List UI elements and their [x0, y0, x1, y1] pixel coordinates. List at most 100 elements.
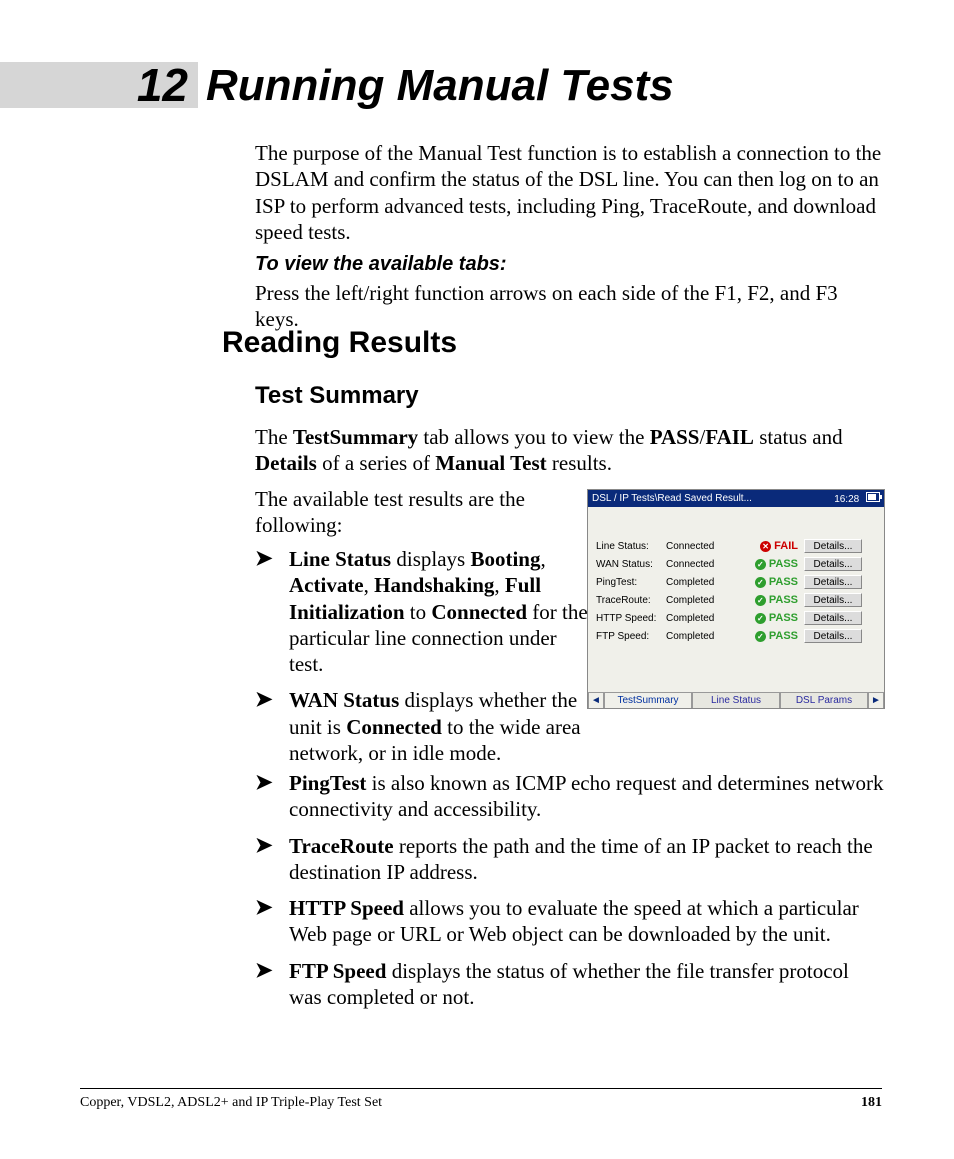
result-row: TraceRoute:Completed✓PASSDetails...: [596, 591, 876, 609]
chapter-number: 12: [137, 59, 188, 111]
details-button[interactable]: Details...: [804, 557, 862, 571]
text-fragment: ,: [494, 573, 505, 597]
screenshot-status-right: 16:28: [834, 492, 880, 505]
bold-term: Line Status: [289, 547, 391, 571]
result-row: HTTP Speed:Completed✓PASSDetails...: [596, 609, 876, 627]
status-text: PASS: [769, 612, 798, 624]
result-label: PingTest:: [596, 577, 666, 588]
text-fragment: displays: [391, 547, 470, 571]
details-button[interactable]: Details...: [804, 629, 862, 643]
tab-line-status[interactable]: Line Status: [692, 692, 780, 708]
check-icon: ✓: [755, 595, 766, 606]
bold-testsummary: TestSummary: [293, 425, 418, 449]
bullet-arrow-icon: ➤: [255, 833, 289, 886]
x-icon: ✕: [760, 541, 771, 552]
text-fragment: ,: [364, 573, 375, 597]
tab-testsummary[interactable]: TestSummary: [604, 692, 692, 708]
bullet-item: ➤HTTP Speed allows you to evaluate the s…: [255, 895, 885, 948]
chapter-number-box: 12: [0, 62, 198, 108]
available-results-paragraph: The available test results are the follo…: [255, 486, 575, 539]
status-pass: ✓PASS: [732, 630, 804, 642]
bullet-text: Line Status displays Booting, Activate, …: [289, 546, 589, 677]
screenshot-tabs: ◄ TestSummary Line Status DSL Params ►: [588, 692, 884, 708]
page-footer: Copper, VDSL2, ADSL2+ and IP Triple-Play…: [80, 1088, 882, 1111]
status-pass: ✓PASS: [732, 612, 804, 624]
text-fragment: is also known as ICMP echo request and d…: [289, 771, 884, 821]
bullet-text: PingTest is also known as ICMP echo requ…: [289, 770, 885, 823]
page: 12 Running Manual Tests The purpose of t…: [0, 0, 954, 1159]
result-label: FTP Speed:: [596, 631, 666, 642]
bullet-arrow-icon: ➤: [255, 895, 289, 948]
bold-term: Handshaking: [374, 573, 494, 597]
chapter-title: Running Manual Tests: [206, 64, 674, 108]
status-fail: ✕FAIL: [732, 540, 804, 552]
bullet-text: HTTP Speed allows you to evaluate the sp…: [289, 895, 885, 948]
screenshot-titlebar: DSL / IP Tests\Read Saved Result... 16:2…: [588, 490, 884, 507]
view-tabs-heading: To view the available tabs:: [255, 252, 885, 277]
bullet-arrow-icon: ➤: [255, 958, 289, 1011]
bold-fail: FAIL: [705, 425, 754, 449]
text-fragment: ,: [540, 547, 545, 571]
status-text: FAIL: [774, 540, 798, 552]
result-value: Completed: [666, 577, 732, 588]
check-icon: ✓: [755, 559, 766, 570]
page-number: 181: [861, 1095, 882, 1111]
bullet-text: FTP Speed displays the status of whether…: [289, 958, 885, 1011]
bold-pass: PASS: [650, 425, 700, 449]
screenshot-time: 16:28: [834, 494, 859, 505]
result-value: Connected: [666, 541, 732, 552]
details-button[interactable]: Details...: [804, 593, 862, 607]
status-pass: ✓PASS: [732, 576, 804, 588]
bullet-item: ➤FTP Speed displays the status of whethe…: [255, 958, 885, 1011]
result-row: FTP Speed:Completed✓PASSDetails...: [596, 627, 876, 645]
text-fragment: The: [255, 425, 293, 449]
status-text: PASS: [769, 576, 798, 588]
footer-text: Copper, VDSL2, ADSL2+ and IP Triple-Play…: [80, 1095, 382, 1111]
text-fragment: results.: [547, 451, 612, 475]
result-row: Line Status:Connected✕FAILDetails...: [596, 537, 876, 555]
bullet-item: ➤TraceRoute reports the path and the tim…: [255, 833, 885, 886]
battery-icon: [866, 492, 880, 502]
tab-arrow-left[interactable]: ◄: [588, 692, 604, 708]
bullet-arrow-icon: ➤: [255, 546, 289, 677]
tab-dsl-params[interactable]: DSL Params: [780, 692, 868, 708]
result-row: PingTest:Completed✓PASSDetails...: [596, 573, 876, 591]
details-button[interactable]: Details...: [804, 611, 862, 625]
result-value: Completed: [666, 613, 732, 624]
bold-term: Activate: [289, 573, 364, 597]
details-button[interactable]: Details...: [804, 575, 862, 589]
details-button[interactable]: Details...: [804, 539, 862, 553]
bold-term: HTTP Speed: [289, 896, 404, 920]
screenshot-title: DSL / IP Tests\Read Saved Result...: [592, 493, 752, 504]
bold-term: Connected: [431, 600, 527, 624]
status-text: PASS: [769, 594, 798, 606]
check-icon: ✓: [755, 613, 766, 624]
tab-arrow-right[interactable]: ►: [868, 692, 884, 708]
device-screenshot: DSL / IP Tests\Read Saved Result... 16:2…: [587, 489, 885, 709]
bold-term: TraceRoute: [289, 834, 394, 858]
bullet-arrow-icon: ➤: [255, 687, 289, 766]
result-label: Line Status:: [596, 541, 666, 552]
chapter-header: 12 Running Manual Tests: [0, 62, 674, 108]
status-text: PASS: [769, 630, 798, 642]
bullet-arrow-icon: ➤: [255, 770, 289, 823]
view-tabs-text: Press the left/right function arrows on …: [255, 280, 885, 333]
text-fragment: status and: [754, 425, 843, 449]
status-pass: ✓PASS: [732, 558, 804, 570]
text-fragment: to: [405, 600, 432, 624]
intro-paragraph: The purpose of the Manual Test function …: [255, 140, 885, 245]
bullet-text: TraceRoute reports the path and the time…: [289, 833, 885, 886]
result-label: WAN Status:: [596, 559, 666, 570]
status-text: PASS: [769, 558, 798, 570]
bold-manual-test: Manual Test: [435, 451, 546, 475]
result-label: HTTP Speed:: [596, 613, 666, 624]
check-icon: ✓: [755, 577, 766, 588]
text-fragment: tab allows you to view the: [418, 425, 650, 449]
bold-term: FTP Speed: [289, 959, 386, 983]
bold-term: WAN Status: [289, 688, 399, 712]
status-pass: ✓PASS: [732, 594, 804, 606]
heading-test-summary: Test Summary: [255, 382, 419, 410]
bold-term: PingTest: [289, 771, 366, 795]
heading-reading-results: Reading Results: [222, 326, 457, 360]
text-fragment: of a series of: [317, 451, 435, 475]
